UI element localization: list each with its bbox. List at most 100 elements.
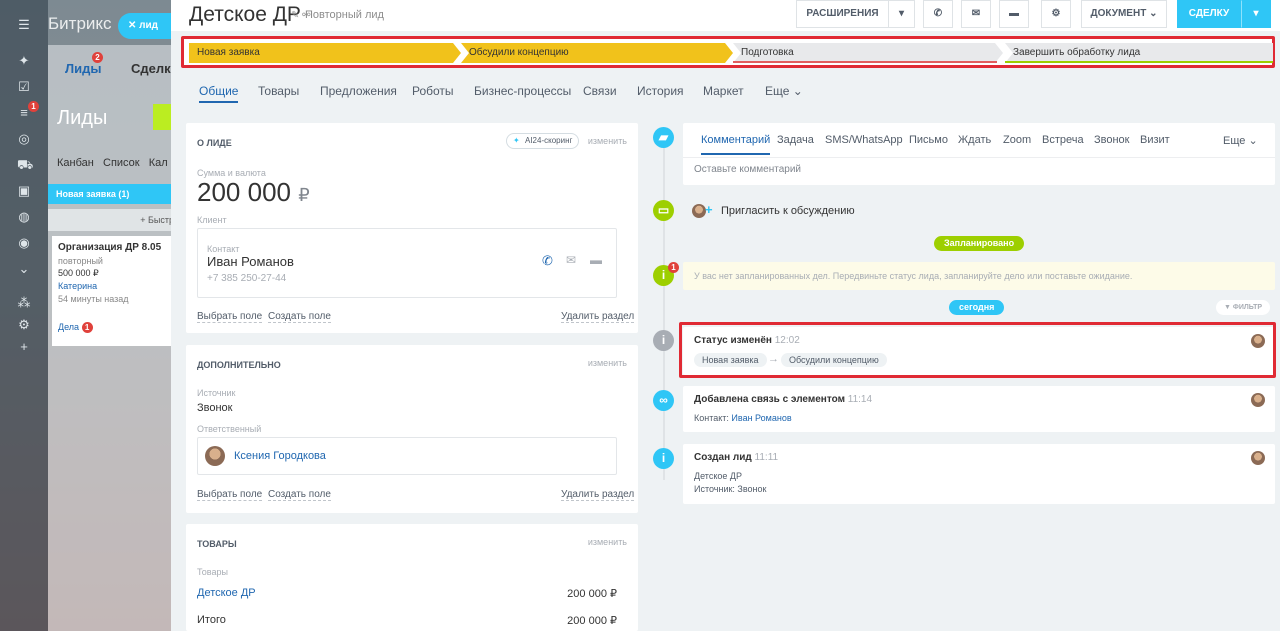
stage-complete[interactable]: Завершить обработку лида [1005,43,1273,63]
card-person[interactable]: Катерина [58,281,172,291]
close-icon: ✕ [128,20,137,31]
chevron-icon[interactable]: ⌄ [17,262,31,276]
about-edit-link[interactable]: изменить [588,136,627,146]
create-field-link[interactable]: Создать поле [268,489,331,501]
avatar [1251,393,1265,407]
planned-pill: Запланировано [934,236,1025,251]
tl-tab-meeting[interactable]: Встреча [1042,134,1084,146]
cart-icon[interactable]: ⛟ [17,158,33,172]
client-label: Клиент [197,215,227,225]
about-title: О ЛИДЕ [197,138,232,148]
document-button[interactable]: ДОКУМЕНТ ⌄ [1081,0,1167,28]
contact-name[interactable]: Иван Романов [207,254,294,269]
lead-subtitle: Повторный лид [305,9,384,21]
tl-tab-comment[interactable]: Комментарий [701,134,771,155]
chat-button[interactable]: ▬ [999,0,1029,28]
contact-phone[interactable]: +7 385 250-27-44 [207,273,286,284]
menu-icon[interactable]: ☰ [17,18,31,32]
plus-icon: + [705,202,713,217]
robot-icon[interactable]: ◍ [17,210,31,224]
about-card: О ЛИДЕ ✦ AI24-скоринг изменить Сумма и ва… [186,123,638,333]
timeline-line [663,140,665,480]
quick-add-button[interactable]: + Быстр [48,209,178,231]
tab-products[interactable]: Товары [258,84,299,98]
tab-offers[interactable]: Предложения [320,84,397,98]
tl-tab-call[interactable]: Звонок [1094,134,1130,146]
phone-icon[interactable]: ✆ [542,253,553,269]
mail-button[interactable]: ✉ [961,0,991,28]
client-block: Контакт Иван Романов +7 385 250-27-44 ✆ … [197,228,617,298]
target-icon[interactable]: ◎ [17,132,31,146]
checkbox-icon[interactable]: ☑ [17,80,31,94]
tab-history[interactable]: История [637,84,684,98]
stage-concept[interactable]: Обсудили концепцию [461,43,733,63]
no-plans-notice: У вас нет запланированных дел. Передвинь… [683,262,1275,290]
tl-tab-zoom[interactable]: Zoom [1003,134,1031,146]
mail-icon[interactable]: ✉ [566,253,576,267]
tl-tab-wait[interactable]: Ждать [958,134,991,146]
plus-icon[interactable]: + [17,340,31,354]
tl-tab-task[interactable]: Задача [777,134,814,146]
convert-deal-button[interactable]: СДЕЛКУ [1177,0,1241,28]
tab-bizproc[interactable]: Бизнес-процессы [474,84,571,98]
extensions-button[interactable]: РАСШИРЕНИЯ [796,0,889,28]
highlight-frame [679,322,1276,378]
delete-section-link[interactable]: Удалить раздел [561,489,635,501]
avatar [692,204,706,218]
comment-input[interactable]: Оставьте комментарий [694,164,801,175]
extensions-dropdown[interactable]: ▾ [888,0,915,28]
convert-dropdown[interactable]: ▾ [1241,0,1271,28]
chat-icon[interactable]: ▬ [590,253,602,267]
tab-more[interactable]: Еще ⌄ [765,84,803,98]
contact-link[interactable]: Иван Романов [731,413,791,423]
filter-button[interactable]: ▼ ФИЛЬТР [1216,300,1271,315]
slider-header: Детское ДР ✎ ⚯ Повторный лид РАСШИРЕНИЯ … [171,0,1280,31]
settings-button[interactable]: ⚙ [1041,0,1071,28]
view-switcher[interactable]: Канбан Список Кал [57,157,168,169]
products-edit-link[interactable]: изменить [588,537,627,547]
responsible-name[interactable]: Ксения Городкова [234,450,326,462]
product-name[interactable]: Детское ДР [197,587,256,599]
select-field-link[interactable]: Выбрать поле [197,489,263,501]
kanban-card[interactable]: Организация ДР 8.05 повторный 500 000 ₽ … [52,236,178,346]
database-icon[interactable]: ◉ [17,236,31,250]
tl-tab-sms[interactable]: SMS/WhatsApp [825,134,903,146]
stage-preparation[interactable]: Подготовка [733,43,1003,63]
delete-section-link[interactable]: Удалить раздел [561,311,635,323]
lid-label: лид [139,20,159,31]
chat-icon: ▭ [653,200,674,221]
tl-tab-more[interactable]: Еще ⌄ [1223,134,1258,147]
puzzle-icon[interactable]: ✦ [17,54,31,68]
card-sub: повторный [58,256,103,266]
left-menu: ☰ ✦ ☑ ≡ 1 ◎ ⛟ ▣ ◍ ◉ ⌄ ⁂ ⚙ + [0,0,48,631]
phone-button[interactable]: ✆ [923,0,953,28]
chat-icon: ▬ [1009,8,1019,19]
card-deals[interactable]: Дела 1 [58,322,172,333]
tab-leads[interactable]: Лиды [65,61,101,76]
ai-scoring-button[interactable]: ✦ AI24-скоринг [506,133,580,149]
tab-robots[interactable]: Роботы [412,84,454,98]
link-icon: ∞ [653,390,674,411]
invite-row[interactable]: + Пригласить к обсуждению [683,197,1275,225]
card-title: Организация ДР 8.05 [58,242,162,253]
tab-market[interactable]: Маркет [703,84,744,98]
lead-slider: Детское ДР ✎ ⚯ Повторный лид РАСШИРЕНИЯ … [171,0,1280,631]
tab-general[interactable]: Общие [199,84,239,103]
page-title: Детское ДР [189,3,301,26]
chevron-down-icon: ⌄ [792,84,803,98]
today-pill: сегодня [949,300,1005,315]
no-plans-text: У вас нет запланированных дел. Передвинь… [694,271,1133,281]
stage-preparation-label: Подготовка [741,47,794,58]
sitemap-icon[interactable]: ⁂ [17,296,31,310]
tl-tab-mail[interactable]: Письмо [909,134,948,146]
tl-tab-visit[interactable]: Визит [1140,134,1170,146]
stage-new[interactable]: Новая заявка [189,43,461,63]
tab-links[interactable]: Связи [583,84,617,98]
create-field-link[interactable]: Создать поле [268,311,331,323]
kanban-column: Новая заявка (1) [48,184,178,204]
select-field-link[interactable]: Выбрать поле [197,311,263,323]
bg-page-title: Лиды [57,107,108,129]
gear-icon[interactable]: ⚙ [17,318,31,332]
contact-icon[interactable]: ▣ [17,184,31,198]
extra-edit-link[interactable]: изменить [588,358,627,368]
